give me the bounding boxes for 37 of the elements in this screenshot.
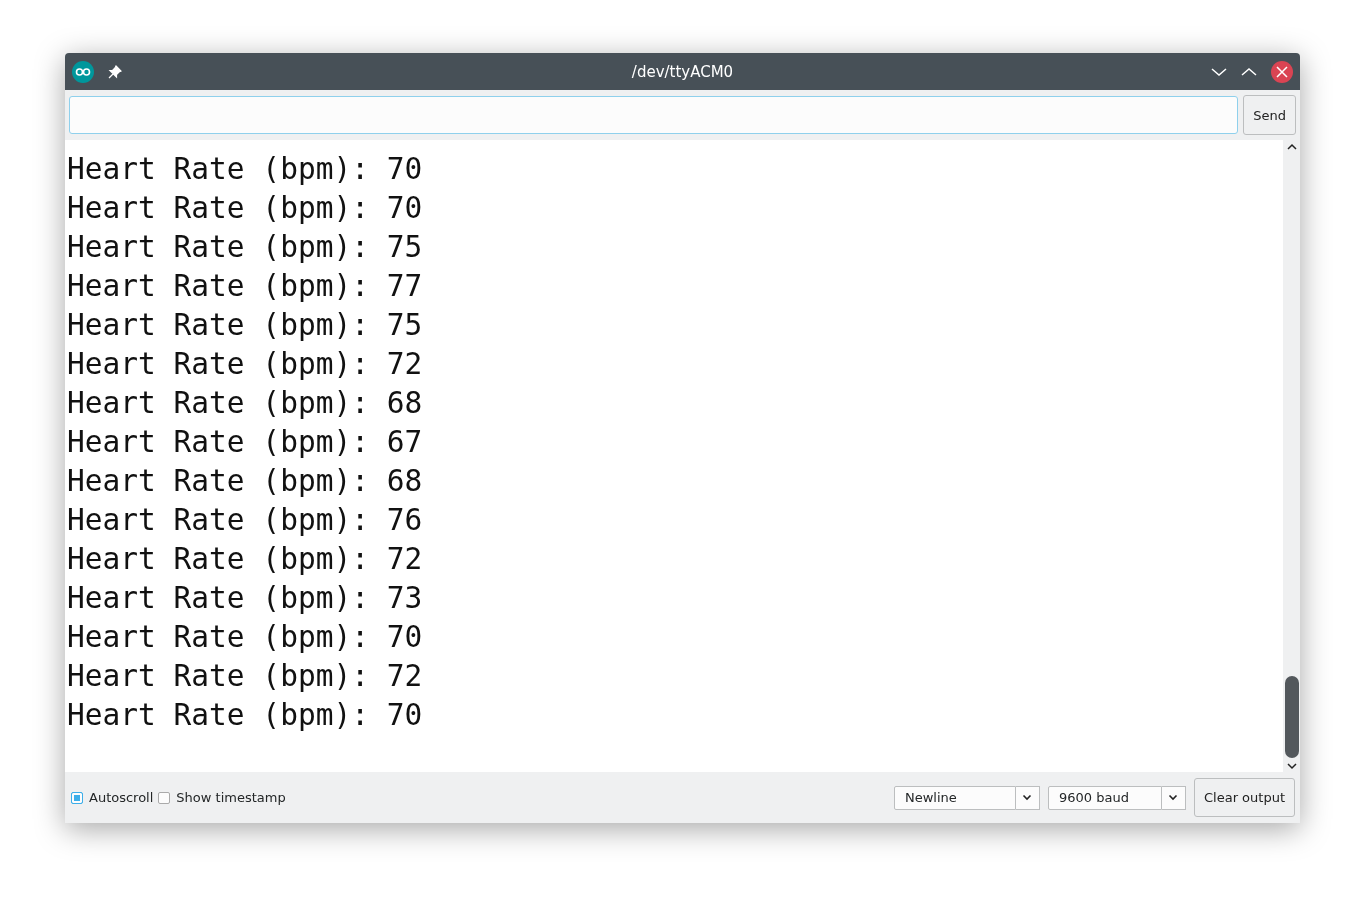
output-line: Heart Rate (bpm): 72 <box>67 346 423 383</box>
pin-icon[interactable] <box>108 64 122 79</box>
output-line: Heart Rate (bpm): 76 <box>67 502 423 539</box>
dropdown-button[interactable] <box>1162 785 1186 810</box>
output-line: Heart Rate (bpm): 72 <box>67 541 423 578</box>
output-line: Heart Rate (bpm): 73 <box>67 580 423 617</box>
output-line: Heart Rate (bpm): 67 <box>67 424 423 461</box>
scroll-down-icon[interactable] <box>1286 762 1297 770</box>
maximize-icon[interactable] <box>1241 66 1257 77</box>
output-line: Heart Rate (bpm): 72 <box>67 658 423 695</box>
output-line: Heart Rate (bpm): 77 <box>67 268 423 305</box>
chevron-down-icon <box>1168 794 1179 801</box>
message-input-field[interactable] <box>69 96 1239 134</box>
app-logo-icon <box>72 60 94 83</box>
checkbox-label[interactable]: Autoscroll <box>89 790 154 805</box>
checkbox-label[interactable]: Show timestamp <box>176 790 286 805</box>
output-line: Heart Rate (bpm): 70 <box>67 190 423 227</box>
dropdown-button[interactable] <box>1016 785 1040 810</box>
close-icon[interactable] <box>1271 60 1293 83</box>
send-button[interactable]: Send <box>1243 95 1296 135</box>
output-line: Heart Rate (bpm): 75 <box>67 307 423 344</box>
scroll-up-icon[interactable] <box>1286 143 1297 151</box>
output-line: Heart Rate (bpm): 68 <box>67 463 423 500</box>
output-line: Heart Rate (bpm): 70 <box>67 619 423 656</box>
output-line: Heart Rate (bpm): 70 <box>67 151 423 188</box>
dropdown[interactable]: 9600 baud <box>1048 785 1162 810</box>
dropdown[interactable]: Newline <box>894 785 1016 810</box>
checkbox[interactable] <box>158 791 171 804</box>
output-line: Heart Rate (bpm): 75 <box>67 229 423 266</box>
output-line: Heart Rate (bpm): 68 <box>67 385 423 422</box>
scrollbar-thumb[interactable] <box>1284 676 1299 758</box>
output-line: Heart Rate (bpm): 70 <box>67 697 423 734</box>
minimize-icon[interactable] <box>1211 66 1227 77</box>
chevron-down-icon <box>1022 794 1033 801</box>
window-title: /dev/ttyACM0 <box>631 62 734 81</box>
clear-output-button[interactable]: Clear output <box>1194 778 1295 817</box>
checkbox[interactable] <box>71 791 83 804</box>
